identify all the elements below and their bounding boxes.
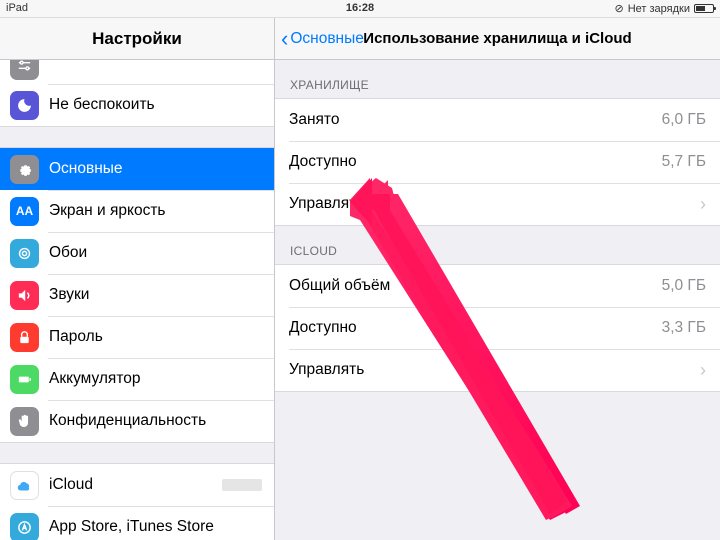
row-label: Доступно [289,153,662,171]
row-label: Общий объём [289,277,662,295]
appstore-icon [10,513,39,540]
sidebar-item-control-center[interactable] [0,60,274,84]
chevron-right-icon: › [700,194,706,215]
sidebar-item-sounds[interactable]: Звуки [0,274,274,316]
lock-icon [10,323,39,352]
sidebar-item-general[interactable]: Основные [0,148,274,190]
row-label: Управлять [289,195,694,213]
sidebar-item-display[interactable]: AA Экран и яркость [0,190,274,232]
moon-icon [10,91,39,120]
sidebar-item-label: Аккумулятор [49,370,262,388]
row-storage-used: Занято 6,0 ГБ [275,99,720,141]
sidebar-item-label: Экран и яркость [49,202,262,220]
sidebar-item-label: Пароль [49,328,262,346]
sidebar-title: Настройки [0,18,274,60]
account-blurred [222,479,262,491]
row-label: Занято [289,111,662,129]
sidebar-item-dnd[interactable]: Не беспокоить [0,84,274,126]
sidebar-item-icloud[interactable]: iCloud [0,464,274,506]
sidebar-item-label: Не беспокоить [49,96,262,114]
row-icloud-manage[interactable]: Управлять › [275,349,720,391]
battery-icon [694,4,714,13]
row-storage-manage[interactable]: Управлять › [275,183,720,225]
row-label: Управлять [289,361,694,379]
display-icon: AA [10,197,39,226]
section-header-icloud: ICLOUD [275,226,720,264]
sidebar-item-store[interactable]: App Store, iTunes Store [0,506,274,540]
control-center-icon [10,60,39,80]
charging-label: Нет зарядки [628,3,690,15]
row-label: Доступно [289,319,662,337]
battery-icon [10,365,39,394]
clock: 16:28 [346,2,374,14]
sidebar-item-passcode[interactable]: Пароль [0,316,274,358]
detail-pane: ‹ Основные Использование хранилища и iCl… [275,18,720,540]
charging-icon: ⊘ [615,2,624,15]
sidebar-item-label: iCloud [49,476,222,494]
row-value: 6,0 ГБ [662,111,706,129]
row-icloud-available: Доступно 3,3 ГБ [275,307,720,349]
sidebar-item-battery[interactable]: Аккумулятор [0,358,274,400]
row-icloud-total: Общий объём 5,0 ГБ [275,265,720,307]
back-button[interactable]: ‹ Основные [281,28,364,50]
row-value: 5,7 ГБ [662,153,706,171]
status-bar: iPad 16:28 ⊘ Нет зарядки [0,0,720,18]
wallpaper-icon [10,239,39,268]
row-value: 5,0 ГБ [662,277,706,295]
gear-icon [10,155,39,184]
sidebar-item-label: Основные [49,160,262,178]
speaker-icon [10,281,39,310]
sidebar-item-label: Обои [49,244,262,262]
cloud-icon [10,471,39,500]
row-storage-available: Доступно 5,7 ГБ [275,141,720,183]
section-header-storage: ХРАНИЛИЩЕ [275,60,720,98]
sidebar-item-label: Звуки [49,286,262,304]
sidebar-item-label: App Store, iTunes Store [49,518,262,536]
sidebar: Настройки Не беспокоить [0,18,275,540]
back-label: Основные [290,30,364,48]
chevron-right-icon: › [700,360,706,381]
row-value: 3,3 ГБ [662,319,706,337]
device-label: iPad [6,2,28,14]
sidebar-item-wallpaper[interactable]: Обои [0,232,274,274]
hand-icon [10,407,39,436]
chevron-left-icon: ‹ [281,28,288,50]
sidebar-item-label: Конфиденциальность [49,412,262,430]
sidebar-item-privacy[interactable]: Конфиденциальность [0,400,274,442]
